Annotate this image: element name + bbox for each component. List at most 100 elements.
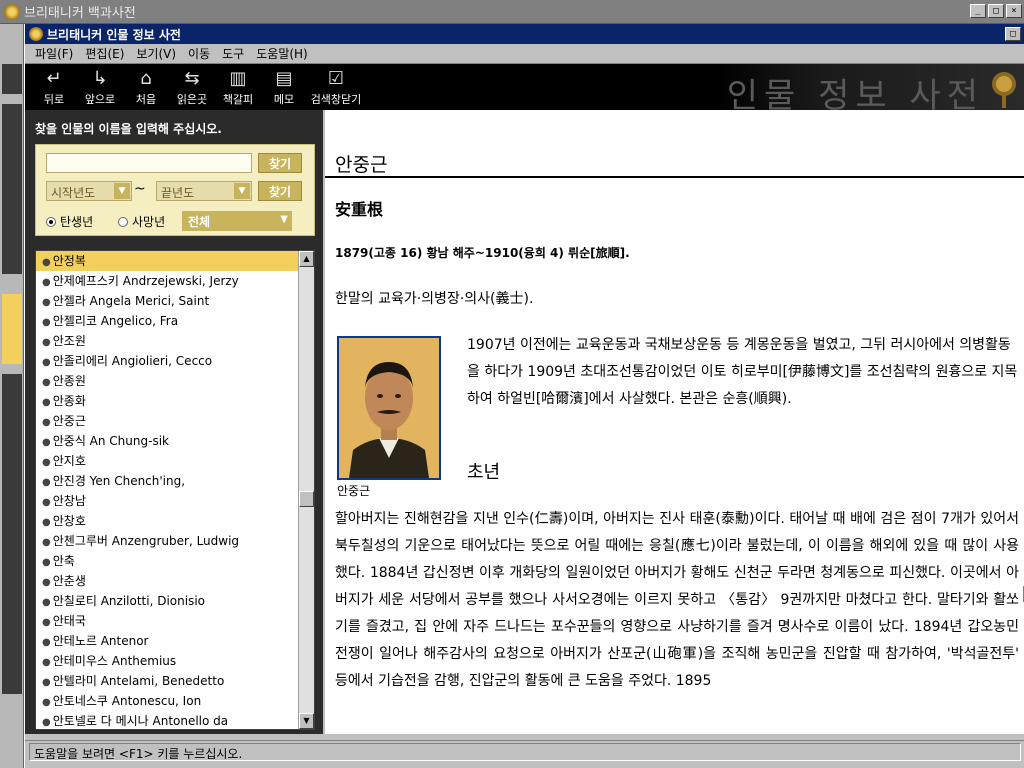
name-search-input[interactable] bbox=[46, 153, 252, 173]
list-item[interactable]: ● 안종화 bbox=[36, 391, 314, 411]
period-select[interactable]: 전체 ▼ bbox=[182, 211, 292, 231]
list-item[interactable]: ● 안테노르 Antenor bbox=[36, 631, 314, 651]
start-year-select[interactable]: 시작년도 ▼ bbox=[46, 181, 132, 201]
home-button[interactable]: ⌂ 처음 bbox=[123, 69, 169, 107]
portrait-figure bbox=[339, 338, 439, 478]
close-search-button[interactable]: ☑ 검색창닫기 bbox=[307, 69, 365, 107]
list-item[interactable]: ● 안토네스쿠 Antonescu, Ion bbox=[36, 691, 314, 711]
list-item[interactable]: ● 안진경 Yen Chench'ing, bbox=[36, 471, 314, 491]
bullet-icon: ● bbox=[42, 257, 51, 268]
history-button[interactable]: ⇆ 읽은곳 bbox=[169, 69, 215, 107]
list-item[interactable]: ● 안텔라미 Antelami, Benedetto bbox=[36, 671, 314, 691]
menu-edit[interactable]: 편집(E) bbox=[79, 45, 130, 62]
portrait-caption: 안중근 bbox=[337, 484, 371, 498]
list-item[interactable]: ● 안창남 bbox=[36, 491, 314, 511]
scroll-down-icon[interactable]: ▼ bbox=[299, 713, 314, 729]
list-item[interactable]: ● 안칠로티 Anzilotti, Dionisio bbox=[36, 591, 314, 611]
radio-death[interactable]: 사망년 bbox=[118, 213, 165, 230]
menu-file[interactable]: 파일(F) bbox=[29, 45, 79, 62]
minimize-button[interactable]: _ bbox=[970, 4, 986, 18]
menu-go[interactable]: 이동 bbox=[182, 45, 216, 62]
list-item-label: 안종화 bbox=[52, 394, 86, 408]
scroll-thumb[interactable] bbox=[299, 491, 314, 507]
close-search-icon: ☑ bbox=[327, 68, 345, 89]
list-item-label: 안젤리코 Angelico, Fra bbox=[52, 314, 179, 328]
search-form: 찾기 시작년도 ▼ ~ 끝년도 ▼ 찾기 탄생년 사망년 전체 ▼ bbox=[35, 144, 315, 236]
bullet-icon: ● bbox=[42, 637, 51, 648]
chevron-down-icon: ▼ bbox=[114, 183, 130, 199]
article-dates: 1879(고종 16) 황남 해주~1910(융희 4) 뤼순[旅順]. bbox=[335, 246, 630, 260]
list-item[interactable]: ● 안첸그루버 Anzengruber, Ludwig bbox=[36, 531, 314, 551]
bullet-icon: ● bbox=[42, 517, 51, 528]
article-role: 한말의 교육가·의병장·의사(義士). bbox=[335, 291, 534, 307]
list-item-label: 안진경 Yen Chench'ing, bbox=[52, 474, 186, 488]
list-item[interactable]: ● 안태국 bbox=[36, 611, 314, 631]
radio-birth[interactable]: 탄생년 bbox=[46, 213, 93, 230]
forward-button[interactable]: ↳ 앞으로 bbox=[77, 69, 123, 107]
list-item-label: 안태국 bbox=[52, 614, 86, 628]
bullet-icon: ● bbox=[42, 617, 51, 628]
list-item[interactable]: ● 안조원 bbox=[36, 331, 314, 351]
outer-panel-strip bbox=[2, 64, 22, 94]
chevron-down-icon: ▼ bbox=[280, 214, 288, 225]
list-item[interactable]: ● 안테미우스 Anthemius bbox=[36, 651, 314, 671]
list-scrollbar[interactable]: ▲ ▼ bbox=[298, 251, 314, 729]
list-item-label: 안텔라미 Antelami, Benedetto bbox=[52, 674, 225, 688]
list-item[interactable]: ● 안종원 bbox=[36, 371, 314, 391]
list-item[interactable]: ● 안중식 An Chung-sik bbox=[36, 431, 314, 451]
list-item[interactable]: ● 안춘생 bbox=[36, 571, 314, 591]
portrait-image[interactable] bbox=[337, 336, 441, 480]
article-pane: 안중근 安重根 1879(고종 16) 황남 해주~1910(융희 4) 뤼순[… bbox=[325, 110, 1024, 734]
list-item-label: 안창호 bbox=[52, 514, 86, 528]
list-item-label: 안춘생 bbox=[52, 574, 86, 588]
list-item-label: 안중근 bbox=[52, 414, 86, 428]
list-item[interactable]: ● 안지호 bbox=[36, 451, 314, 471]
list-item-label: 안테노르 Antenor bbox=[52, 634, 149, 648]
section-heading: 초년 bbox=[467, 462, 501, 483]
toolbar: ↵ 뒤로 ↳ 앞으로 ⌂ 처음 ⇆ 읽은곳 ▥ 책갈피 ▤ 메모 ☑ 검색창닫기… bbox=[25, 64, 1024, 110]
back-button[interactable]: ↵ 뒤로 bbox=[31, 69, 77, 107]
list-item-label: 안졸리에리 Angiolieri, Cecco bbox=[52, 354, 213, 368]
list-item[interactable]: ● 안창호 bbox=[36, 511, 314, 531]
list-item[interactable]: ● 안토넬로 다 메시나 Antonello da bbox=[36, 711, 314, 729]
end-year-select[interactable]: 끝년도 ▼ bbox=[156, 181, 252, 201]
back-icon: ↵ bbox=[46, 68, 62, 89]
inner-window-title: 브리태니커 인물 정보 사전 bbox=[47, 27, 181, 42]
close-button[interactable]: × bbox=[1006, 4, 1022, 18]
maximize-button[interactable]: □ bbox=[988, 4, 1004, 18]
list-item[interactable]: ● 안졸리에리 Angiolieri, Cecco bbox=[36, 351, 314, 371]
chevron-down-icon: ▼ bbox=[234, 183, 250, 199]
list-item-label: 안조원 bbox=[52, 334, 86, 348]
memo-button[interactable]: ▤ 메모 bbox=[261, 69, 307, 107]
outer-window-controls: _ □ × bbox=[970, 4, 1022, 18]
radio-death-dot bbox=[118, 216, 128, 227]
article-paragraph: 할아버지는 진해현감을 지낸 인수(仁壽)이며, 아버지는 진사 태훈(泰勳)이… bbox=[335, 511, 1019, 689]
list-item[interactable]: ● 안젤리코 Angelico, Fra bbox=[36, 311, 314, 331]
bullet-icon: ● bbox=[42, 477, 51, 488]
restore-button[interactable]: □ bbox=[1005, 27, 1021, 41]
list-item[interactable]: ● 안젤라 Angela Merici, Saint bbox=[36, 291, 314, 311]
list-item[interactable]: ● 안축 bbox=[36, 551, 314, 571]
bullet-icon: ● bbox=[42, 657, 51, 668]
search-panel: 찾을 인물의 이름을 입력해 주십시오. 찾기 시작년도 ▼ ~ 끝년도 ▼ 찾… bbox=[25, 110, 323, 734]
radio-birth-dot bbox=[46, 216, 56, 227]
list-item-label: 안토넬로 다 메시나 Antonello da bbox=[52, 714, 229, 728]
find-name-button[interactable]: 찾기 bbox=[258, 153, 302, 173]
title-divider bbox=[325, 176, 1024, 178]
outer-window-title: 브리태니커 백과사전 bbox=[24, 6, 136, 21]
bullet-icon: ● bbox=[42, 377, 51, 388]
list-item[interactable]: ● 안중근 bbox=[36, 411, 314, 431]
inner-window-controls: □ bbox=[1005, 27, 1021, 41]
list-item[interactable]: ● 안제예프스키 Andrzejewski, Jerzy bbox=[36, 271, 314, 291]
list-item[interactable]: ● 안정복 bbox=[36, 251, 314, 271]
bullet-icon: ● bbox=[42, 397, 51, 408]
scroll-up-icon[interactable]: ▲ bbox=[299, 251, 314, 267]
list-item-label: 안토네스쿠 Antonescu, Ion bbox=[52, 694, 202, 708]
bookmark-button[interactable]: ▥ 책갈피 bbox=[215, 69, 261, 107]
menu-tools[interactable]: 도구 bbox=[216, 45, 250, 62]
menu-help[interactable]: 도움말(H) bbox=[250, 45, 314, 62]
bullet-icon: ● bbox=[42, 717, 51, 728]
menu-view[interactable]: 보기(V) bbox=[130, 45, 182, 62]
list-item-label: 안첸그루버 Anzengruber, Ludwig bbox=[52, 534, 240, 548]
find-year-button[interactable]: 찾기 bbox=[258, 181, 302, 201]
